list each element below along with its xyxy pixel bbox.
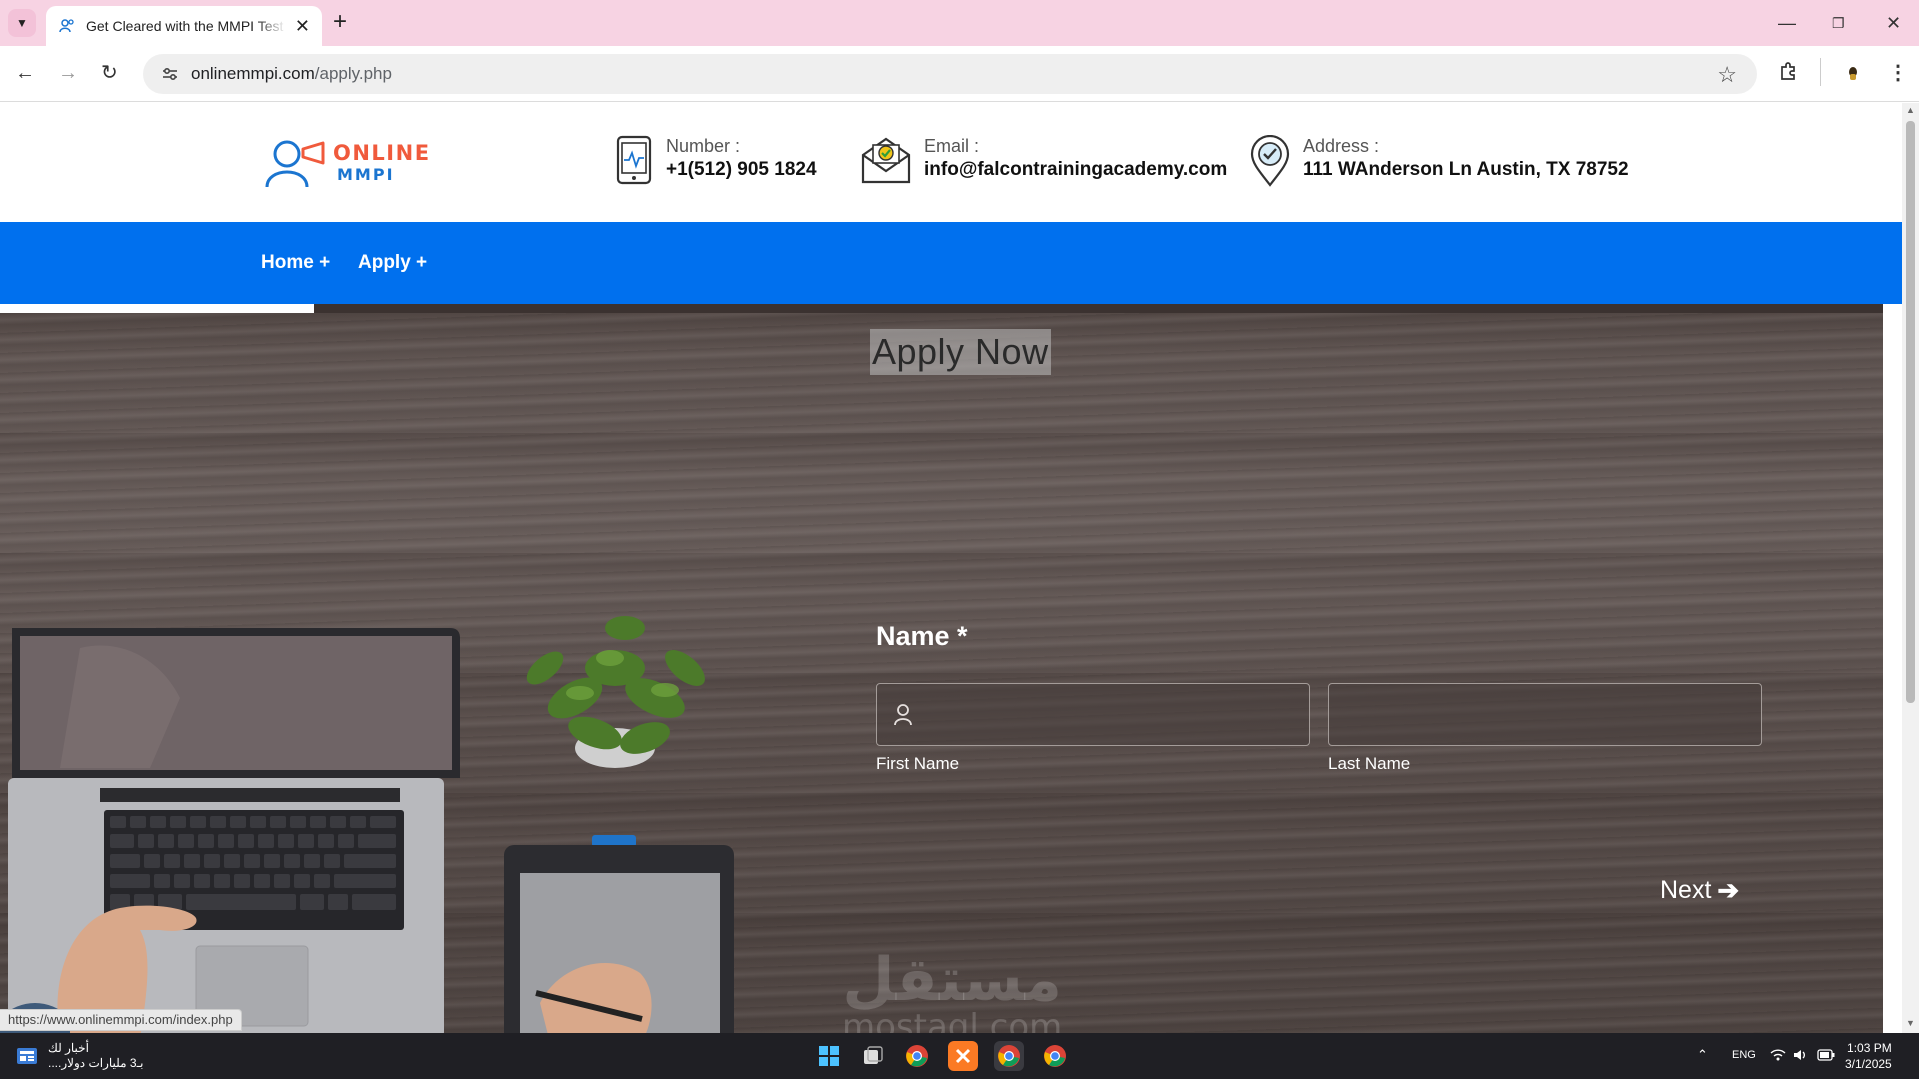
news-subtitle: بـ3 مليارات دولار.... [48,1056,144,1070]
url-path: /apply.php [314,64,392,83]
browser-menu-icon[interactable]: ⋮ [1888,60,1908,86]
mostaql-watermark: مستقل mostaql.com [842,948,1062,1033]
windows-taskbar: أخبار لك بـ3 مليارات دولار.... ⌃ ENG 1:0… [0,1033,1919,1079]
clock-date: 3/1/2025 [1845,1057,1892,1071]
volume-icon[interactable] [1793,1048,1809,1062]
url-host: onlinemmpi.com [191,64,315,83]
browser-toolbar: ← → ↻ onlinemmpi.com/apply.php ☆ ⋮ [0,46,1919,102]
chrome-secondary-taskbar-icon[interactable] [1040,1041,1070,1071]
site-logo[interactable]: ONLINE MMPI [263,137,431,189]
form-progress-bar [0,304,1883,313]
apply-hero: Apply Now Name * First Name Last Name Ne… [0,313,1883,1033]
logo-wordmark-mmpi: MMPI [337,165,395,184]
chrome-taskbar-icon[interactable] [902,1041,932,1071]
email-label: Email : [924,136,980,156]
scroll-down-arrow-icon[interactable]: ▼ [1906,1018,1915,1028]
task-view-icon[interactable] [858,1041,888,1071]
chevron-up-icon[interactable]: ⌃ [1697,1047,1708,1063]
system-clock[interactable]: 1:03 PM 3/1/2025 [1845,1040,1892,1072]
contact-email: Email : info@falcontrainingacademy.com [860,135,1227,185]
tab-search-dropdown-button[interactable]: ▼ [8,9,36,37]
scrollbar-thumb[interactable] [1906,121,1915,703]
scroll-up-arrow-icon[interactable]: ▲ [1906,105,1915,115]
users-favicon-icon [59,19,74,33]
profile-avatar[interactable] [1842,62,1864,84]
drawing-tablet-illustration [504,835,734,1033]
logo-wordmark-online: ONLINE [333,141,431,165]
main-navigation: Home + Apply + [0,222,1902,304]
number-value[interactable]: +1(512) 905 1824 [666,157,817,183]
nav-item-home[interactable]: Home + [261,252,330,274]
minimize-window-button[interactable]: — [1778,12,1796,34]
email-value[interactable]: info@falcontrainingacademy.com [924,157,1227,183]
apply-now-heading: Apply Now [870,329,1051,375]
contact-number: Number : +1(512) 905 1824 [614,135,817,185]
location-pin-check-icon [1250,135,1290,187]
tablet-phone-icon [616,135,652,185]
bookmark-star-icon[interactable]: ☆ [1717,62,1737,88]
page-scrollbar[interactable]: ▲ ▼ [1902,103,1919,1033]
next-button-label: Next [1660,876,1712,904]
close-window-button[interactable]: ✕ [1886,12,1901,34]
chrome-profile-taskbar-icon[interactable] [994,1041,1024,1071]
address-value[interactable]: 111 WAnderson Ln Austin, TX 78752 [1303,157,1629,183]
arrow-right-icon: ➔ [1717,875,1740,905]
extensions-icon[interactable] [1778,60,1800,82]
contact-address: Address : 111 WAnderson Ln Austin, TX 78… [1249,135,1629,187]
first-name-input[interactable] [876,683,1310,746]
last-name-label: Last Name [1328,754,1411,773]
next-button[interactable]: Next ➔ [1660,875,1739,906]
battery-icon[interactable] [1817,1049,1835,1061]
laptop-illustration [0,628,460,1033]
watermark-arabic: مستقل [842,945,1062,1015]
xampp-taskbar-icon[interactable] [948,1041,978,1071]
address-bar[interactable]: onlinemmpi.com/apply.php ☆ [143,54,1757,94]
last-name-input[interactable] [1328,683,1762,746]
clock-time: 1:03 PM [1847,1041,1892,1055]
site-settings-icon[interactable] [161,65,179,83]
number-label: Number : [666,136,741,156]
toolbar-divider [1820,58,1821,86]
envelope-check-icon [861,137,911,184]
new-tab-button[interactable]: + [333,10,347,34]
news-title: أخبار لك [48,1041,89,1055]
tab-title: Get Cleared with the MMPI Test [86,18,284,34]
chevron-down-icon: ▼ [16,16,28,30]
nav-item-apply[interactable]: Apply + [358,252,427,274]
link-status-bubble: https://www.onlinemmpi.com/index.php [0,1009,242,1031]
news-widget[interactable]: أخبار لك بـ3 مليارات دولار.... [16,1041,143,1071]
reload-button[interactable]: ↻ [101,62,118,84]
browser-tab-active[interactable]: Get Cleared with the MMPI Test ✕ [46,6,322,46]
potted-plant-illustration [526,616,705,768]
browser-tab-strip: ▼ Get Cleared with the MMPI Test ✕ + — ❐… [0,0,1919,46]
restore-window-button[interactable]: ❐ [1832,12,1845,34]
forward-button[interactable]: → [58,62,78,84]
form-progress-fill [0,304,314,313]
url-text[interactable]: onlinemmpi.com/apply.php [191,64,392,84]
consultation-logo-icon [265,140,325,188]
first-name-label: First Name [876,754,960,773]
watermark-latin: mostaql.com [842,1007,1063,1033]
user-icon [894,704,912,726]
input-language[interactable]: ENG [1732,1049,1756,1061]
news-widget-icon [17,1048,37,1064]
address-label: Address : [1303,136,1380,156]
back-button[interactable]: ← [15,62,35,84]
windows-start-icon[interactable] [814,1041,844,1071]
wifi-icon[interactable] [1770,1048,1786,1062]
site-header: ONLINE MMPI Number : +1(512) 905 1824 Em… [0,103,1902,222]
name-field-label: Name * [876,621,968,651]
close-tab-icon[interactable]: ✕ [295,17,310,35]
